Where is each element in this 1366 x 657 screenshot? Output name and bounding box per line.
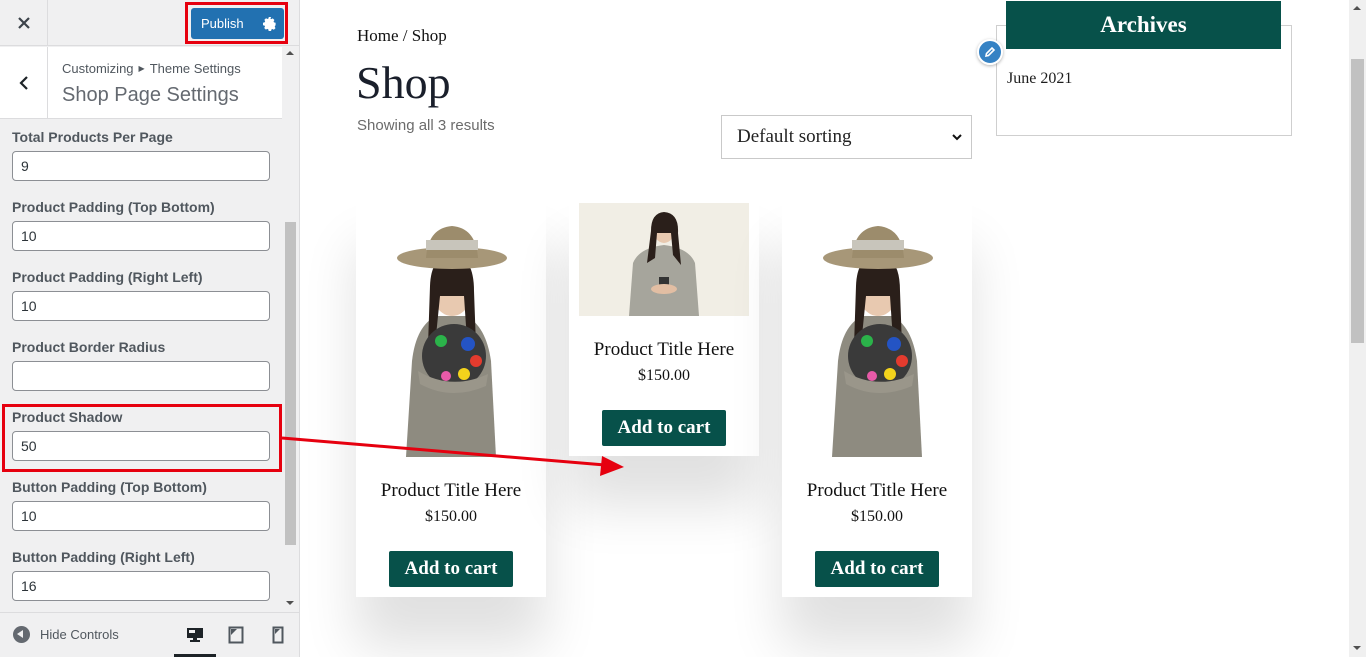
customizer-footer: Hide Controls xyxy=(0,612,299,657)
button-padding-rl-input[interactable] xyxy=(12,571,270,601)
product-card: Product Title Here $150.00 Add to cart xyxy=(782,196,972,597)
woman-hat-palette-image xyxy=(782,196,972,457)
control-label: Button Padding (Right Left) xyxy=(12,549,195,565)
control-label: Product Padding (Right Left) xyxy=(12,269,203,285)
breadcrumb-theme-settings: Theme Settings xyxy=(149,61,241,76)
sorting-select[interactable]: Default sorting xyxy=(721,115,972,159)
sorting-selected-value: Default sorting xyxy=(737,126,852,147)
chevron-down-icon xyxy=(952,134,962,141)
control-label: Product Border Radius xyxy=(12,339,166,355)
control-button-padding-rl: Button Padding (Right Left) xyxy=(12,549,270,601)
product-image[interactable] xyxy=(579,203,749,316)
control-button-padding-tb: Button Padding (Top Bottom) xyxy=(12,479,270,531)
preview-tablet-button[interactable] xyxy=(224,623,248,647)
customizer-breadcrumb: Customizing ▶ Theme Settings xyxy=(62,61,241,76)
collapse-icon xyxy=(13,626,30,643)
woman-hat-palette-image xyxy=(356,196,546,457)
section-header: Customizing ▶ Theme Settings Shop Page Set… xyxy=(0,47,282,119)
add-to-cart-button[interactable]: Add to cart xyxy=(602,410,726,446)
product-price: $150.00 xyxy=(425,508,477,525)
product-title[interactable]: Product Title Here xyxy=(569,339,759,361)
back-button[interactable] xyxy=(0,47,48,119)
product-border-radius-input[interactable] xyxy=(12,361,270,391)
product-title[interactable]: Product Title Here xyxy=(782,480,972,502)
shadow-annotation-box xyxy=(2,404,282,472)
product-image[interactable] xyxy=(356,196,546,457)
pencil-icon xyxy=(984,46,996,58)
preview-desktop-button[interactable] xyxy=(183,623,207,647)
control-product-padding-tb: Product Padding (Top Bottom) xyxy=(12,199,270,251)
archives-title: Archives xyxy=(1006,1,1281,49)
control-product-padding-rl: Product Padding (Right Left) xyxy=(12,269,270,321)
product-card: Product Title Here $150.00 Add to cart xyxy=(569,196,759,456)
add-to-cart-button[interactable]: Add to cart xyxy=(389,551,513,587)
button-padding-tb-input[interactable] xyxy=(12,501,270,531)
close-icon xyxy=(17,17,30,29)
tablet-icon xyxy=(228,626,244,644)
breadcrumb-customizing: Customizing xyxy=(62,61,134,76)
result-count: Showing all 3 results xyxy=(357,117,495,134)
woman-phone-image xyxy=(579,203,749,316)
customizer-header: Publish xyxy=(0,0,299,46)
scroll-up-arrow-icon[interactable] xyxy=(1353,6,1361,10)
add-to-cart-button[interactable]: Add to cart xyxy=(815,551,939,587)
product-image[interactable] xyxy=(782,196,972,457)
preview-scrollbar[interactable] xyxy=(1349,0,1366,657)
product-price: $150.00 xyxy=(851,508,903,525)
site-preview: Home / Shop Shop Showing all 3 results D… xyxy=(300,0,1349,657)
control-label: Button Padding (Top Bottom) xyxy=(12,479,207,495)
hide-controls-label: Hide Controls xyxy=(40,627,119,642)
section-title: Shop Page Settings xyxy=(62,84,239,106)
product-padding-tb-input[interactable] xyxy=(12,221,270,251)
close-customizer-button[interactable] xyxy=(0,0,48,46)
page-title: Shop xyxy=(356,57,451,108)
chevron-left-icon xyxy=(18,76,28,90)
total-products-input[interactable] xyxy=(12,151,270,181)
edit-widget-shortcut[interactable] xyxy=(977,39,1003,65)
scrollbar-thumb[interactable] xyxy=(285,222,296,545)
mobile-icon xyxy=(272,626,284,644)
control-label: Product Padding (Top Bottom) xyxy=(12,199,215,215)
hide-controls-button[interactable]: Hide Controls xyxy=(13,626,119,643)
breadcrumb-separator-icon: ▶ xyxy=(138,64,145,73)
controls-scrollbar[interactable] xyxy=(282,47,299,612)
control-label: Total Products Per Page xyxy=(12,129,173,145)
product-price: $150.00 xyxy=(638,367,690,384)
product-padding-rl-input[interactable] xyxy=(12,291,270,321)
controls-list: Total Products Per Page Product Padding … xyxy=(0,120,282,612)
scroll-down-arrow-icon[interactable] xyxy=(1353,646,1361,650)
product-title[interactable]: Product Title Here xyxy=(356,480,546,502)
product-card: Product Title Here $150.00 Add to cart xyxy=(356,196,546,597)
shop-breadcrumb[interactable]: Home / Shop xyxy=(357,26,447,46)
publish-annotation-box xyxy=(185,2,288,44)
desktop-icon xyxy=(187,628,203,642)
control-product-border-radius: Product Border Radius xyxy=(12,339,270,391)
customizer-sidebar: Publish Customizing ▶ Theme Settings Shop … xyxy=(0,0,300,657)
scroll-up-arrow-icon[interactable] xyxy=(286,51,294,55)
archive-link[interactable]: June 2021 xyxy=(1007,70,1072,88)
control-total-products: Total Products Per Page xyxy=(12,129,270,181)
scrollbar-thumb[interactable] xyxy=(1351,59,1364,343)
preview-mobile-button[interactable] xyxy=(266,623,290,647)
scroll-down-arrow-icon[interactable] xyxy=(286,601,294,605)
